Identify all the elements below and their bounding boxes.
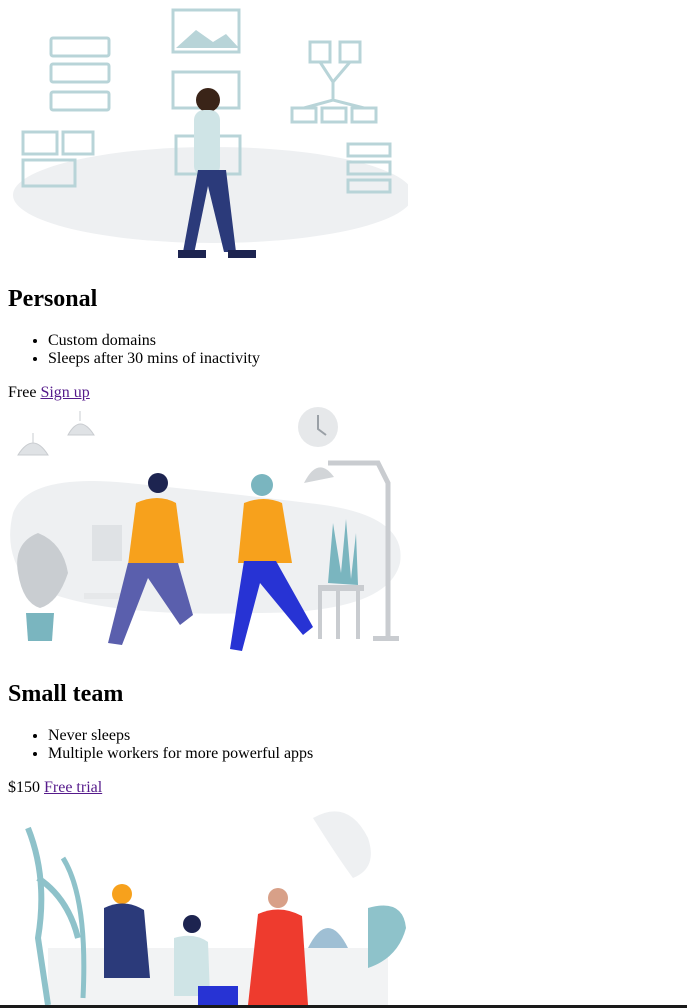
free-trial-link[interactable]: Free trial — [44, 779, 102, 796]
plan-price: $150 — [8, 779, 40, 796]
feature-list: Never sleeps Multiple workers for more p… — [8, 727, 548, 763]
feature-item: Custom domains — [48, 332, 548, 350]
plan-title: Small team — [8, 681, 124, 707]
feature-item: Never sleeps — [48, 727, 548, 745]
plan-title: Personal — [8, 286, 98, 312]
plan-price: Free — [8, 384, 37, 401]
sign-up-link[interactable]: Sign up — [40, 384, 89, 401]
person-right — [248, 888, 308, 1005]
team-of-three-illustration — [25, 811, 406, 1005]
feature-item: Sleeps after 30 mins of inactivity — [48, 350, 548, 368]
price-line: $150 Free trial — [8, 779, 102, 797]
person-left — [104, 884, 150, 978]
feature-item: Multiple workers for more powerful apps — [48, 745, 548, 763]
feature-list: Custom domains Sleeps after 30 mins of i… — [8, 332, 548, 368]
two-people-meeting-illustration — [10, 407, 401, 651]
price-line: Free Sign up — [8, 384, 90, 402]
person-with-wireframes-illustration — [13, 8, 408, 258]
